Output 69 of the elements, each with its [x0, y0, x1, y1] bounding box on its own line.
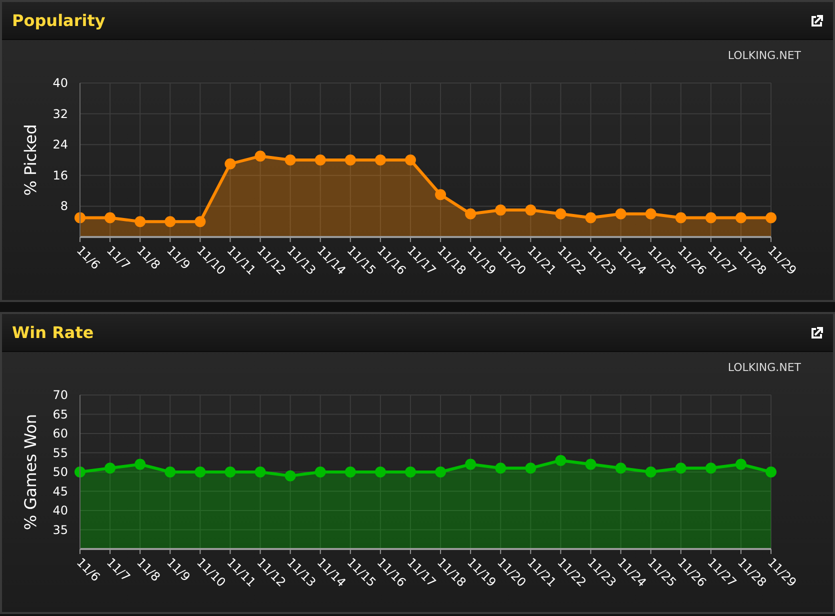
data-point — [435, 466, 446, 477]
data-point — [134, 216, 146, 227]
data-point — [645, 208, 656, 219]
data-point — [104, 212, 116, 223]
data-point — [495, 462, 506, 474]
data-point — [404, 466, 416, 477]
data-point — [104, 462, 116, 474]
panel-title: Win Rate — [12, 322, 94, 344]
tick-label: 40 — [52, 76, 68, 90]
data-point — [74, 212, 86, 223]
data-point — [705, 212, 716, 223]
data-point — [585, 212, 596, 223]
tick-label: 32 — [52, 106, 68, 120]
data-point — [675, 462, 686, 474]
tick-label: 8 — [60, 198, 68, 213]
data-point — [465, 458, 476, 470]
data-point — [675, 212, 686, 223]
tick-label: 55 — [52, 445, 68, 460]
data-point — [525, 204, 536, 216]
axis-title: % Games Won — [21, 413, 40, 530]
data-point — [194, 216, 206, 227]
data-point — [284, 154, 296, 165]
data-point — [705, 462, 716, 474]
data-point — [284, 470, 296, 481]
data-point — [254, 150, 266, 162]
tick-label: 40 — [52, 503, 68, 517]
data-point — [615, 462, 626, 474]
tick-label: 50 — [52, 464, 68, 478]
data-point — [164, 466, 176, 477]
share-icon[interactable] — [811, 326, 823, 338]
share-icon[interactable] — [811, 14, 823, 26]
tick-label: 60 — [52, 426, 68, 440]
data-point — [435, 188, 446, 200]
data-point — [134, 458, 146, 470]
data-point — [555, 208, 566, 219]
data-point — [164, 216, 176, 227]
tick-label: 65 — [52, 406, 68, 421]
data-point — [254, 466, 266, 477]
data-point — [645, 466, 656, 477]
data-point — [344, 466, 356, 477]
data-point — [374, 466, 386, 477]
axis-title: % Picked — [21, 124, 40, 196]
data-point — [766, 212, 776, 223]
data-point — [74, 466, 86, 477]
data-point — [344, 154, 356, 165]
data-point — [224, 158, 236, 169]
data-point — [555, 454, 566, 466]
panel-title: Popularity — [12, 10, 106, 32]
data-point — [615, 208, 626, 219]
data-point — [766, 466, 776, 477]
data-point — [404, 154, 416, 165]
credit-text: LOLKING.NET — [728, 360, 801, 376]
data-point — [374, 154, 386, 165]
data-point — [495, 204, 506, 216]
data-point — [224, 466, 236, 477]
tick-label: 16 — [52, 168, 68, 182]
data-point — [194, 466, 206, 477]
data-point — [735, 212, 746, 223]
tick-label: 35 — [52, 522, 68, 536]
data-point — [735, 458, 746, 470]
data-point — [525, 462, 536, 474]
data-point — [314, 154, 326, 165]
tick-label: 45 — [52, 484, 68, 498]
data-point — [465, 208, 476, 219]
tick-label: 70 — [52, 388, 68, 402]
data-point — [314, 466, 326, 477]
data-point — [585, 458, 596, 470]
credit-text: LOLKING.NET — [728, 48, 801, 64]
tick-label: 24 — [52, 137, 68, 152]
